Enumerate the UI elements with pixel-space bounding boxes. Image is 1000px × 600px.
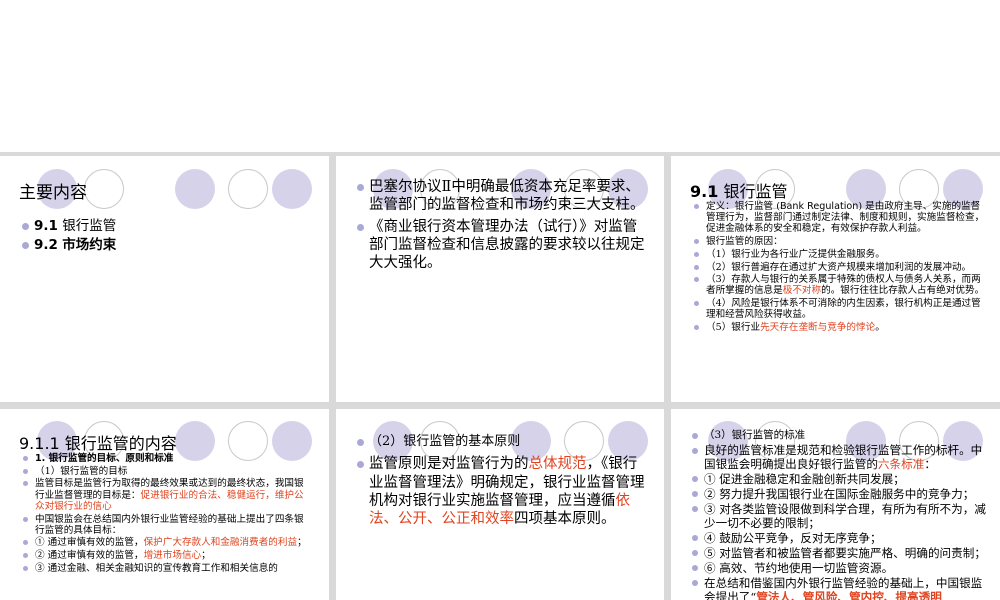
list-item: 中国银监会在总结国内外银行业监管经验的基础上提出了四条银行监管的具体目标：: [22, 514, 312, 536]
list-item: ③ 对各类监管设限做到科学合理，有所为有所不为，减少一切不必要的限制；: [691, 502, 989, 530]
slide-4[interactable]: 9.1.1 银行监管的内容 1. 银行监管的目标、原则和标准 （1）银行监管的目…: [0, 409, 329, 600]
list-item: 银行监管的原因：: [693, 236, 989, 247]
slide-1[interactable]: 主要内容 9.1 银行监管 9.2 市场约束: [0, 156, 329, 402]
list-item: （3）银行监管的标准: [691, 429, 989, 443]
list-item: 9.2 市场约束: [21, 236, 321, 254]
list-item: 良好的监管标准是规范和检验银行监管工作的标杆。中国银监会明确提出良好银行监管的六…: [691, 443, 989, 471]
slide-title: 9.1.1 银行监管的内容: [19, 434, 177, 453]
decor-circle-icon: [175, 169, 215, 209]
list-item: ⑤ 对监管者和被监管者都要实施严格、明确的问责制；: [691, 546, 989, 561]
body-list: 1. 银行监管的目标、原则和标准 （1）银行监管的目标 监管目标是监管行为取得的…: [22, 453, 312, 576]
slide-5[interactable]: （2）银行监管的基本原则 监管原则是对监管行为的总体规范，《银行业监督管理法》明…: [336, 409, 664, 600]
contents-list: 9.1 银行监管 9.2 市场约束: [21, 217, 321, 258]
list-item: （2）银行监管的基本原则: [356, 433, 646, 451]
slide-title: 9.1 银行监管: [690, 182, 788, 201]
list-item: （1）银行监管的目标: [22, 466, 312, 477]
blank-header-area: [0, 0, 1000, 152]
list-item: （2）银行普遍存在通过扩大资产规模来增加利润的发展冲动。: [693, 262, 989, 273]
body-list: （3）银行监管的标准 良好的监管标准是规范和检验银行监管工作的标杆。中国银监会明…: [691, 429, 989, 600]
body-list: 巴塞尔协议Ⅱ中明确最低资本充足率要求、监管部门的监督检查和市场约束三大支柱。 《…: [356, 178, 646, 275]
list-item: ③ 通过金融、相关金融知识的宣传教育工作和相关信息的: [22, 563, 312, 574]
list-item: （3）存款人与银行的关系属于特殊的债权人与债务人关系，而两者所掌握的信息是极不对…: [693, 274, 989, 296]
list-item: （1）银行业为各行业广泛提供金融服务。: [693, 249, 989, 260]
slide-2[interactable]: 巴塞尔协议Ⅱ中明确最低资本充足率要求、监管部门的监督检查和市场约束三大支柱。 《…: [336, 156, 664, 402]
list-item: 9.1 银行监管: [21, 217, 321, 235]
decor-circle-icon: [228, 169, 268, 209]
list-item: ① 促进金融稳定和金融创新共同发展；: [691, 472, 989, 487]
list-item: ② 努力提升我国银行业在国际金融服务中的竞争力；: [691, 487, 989, 502]
list-item: 《商业银行资本管理办法（试行）》对监管部门监督检查和信息披露的要求较以往规定大大…: [356, 218, 646, 273]
list-item: 在总结和借鉴国内外银行监管经验的基础上，中国银监会提出了“管法人、管风险、管内控…: [691, 576, 989, 600]
list-item: 监管目标是监管行为取得的最终效果或达到的最终状态，我国银行业监督管理的目标是：促…: [22, 478, 312, 512]
slide-title: 主要内容: [19, 183, 87, 203]
list-item: ④ 鼓励公平竞争，反对无序竞争；: [691, 531, 989, 546]
list-item: ② 通过审慎有效的监管，增进市场信心；: [22, 550, 312, 561]
decor-circle-icon: [84, 169, 124, 209]
list-item: ⑥ 高效、节约地使用一切监管资源。: [691, 561, 989, 576]
slide-3[interactable]: 9.1 银行监管 定义：银行监管 (Bank Regulation) 是由政府主…: [671, 156, 1000, 402]
decor-circle-icon: [272, 169, 312, 209]
slide-grid: 主要内容 9.1 银行监管 9.2 市场约束 巴塞尔协议Ⅱ中明确最低资本充足率要…: [0, 152, 1000, 600]
body-list: （2）银行监管的基本原则 监管原则是对监管行为的总体规范，《银行业监督管理法》明…: [356, 433, 646, 531]
list-item: 监管原则是对监管行为的总体规范，《银行业监督管理法》明确规定，银行业监督管理机构…: [356, 455, 646, 528]
list-item: 巴塞尔协议Ⅱ中明确最低资本充足率要求、监管部门的监督检查和市场约束三大支柱。: [356, 178, 646, 215]
list-item: （5）银行业先天存在垄断与竞争的悖论。: [693, 322, 989, 333]
slide-6[interactable]: （3）银行监管的标准 良好的监管标准是规范和检验银行监管工作的标杆。中国银监会明…: [671, 409, 1000, 600]
list-item: ① 通过审慎有效的监管，保护广大存款人和金融消费者的利益；: [22, 537, 312, 548]
body-list: 定义：银行监管 (Bank Regulation) 是由政府主导、实施的监督管理…: [693, 201, 989, 335]
list-item: 定义：银行监管 (Bank Regulation) 是由政府主导、实施的监督管理…: [693, 201, 989, 235]
list-item: 1. 银行监管的目标、原则和标准: [22, 453, 312, 464]
list-item: （4）风险是银行体系不可消除的内生因素，银行机构正是通过管理和经营风险获得收益。: [693, 298, 989, 320]
